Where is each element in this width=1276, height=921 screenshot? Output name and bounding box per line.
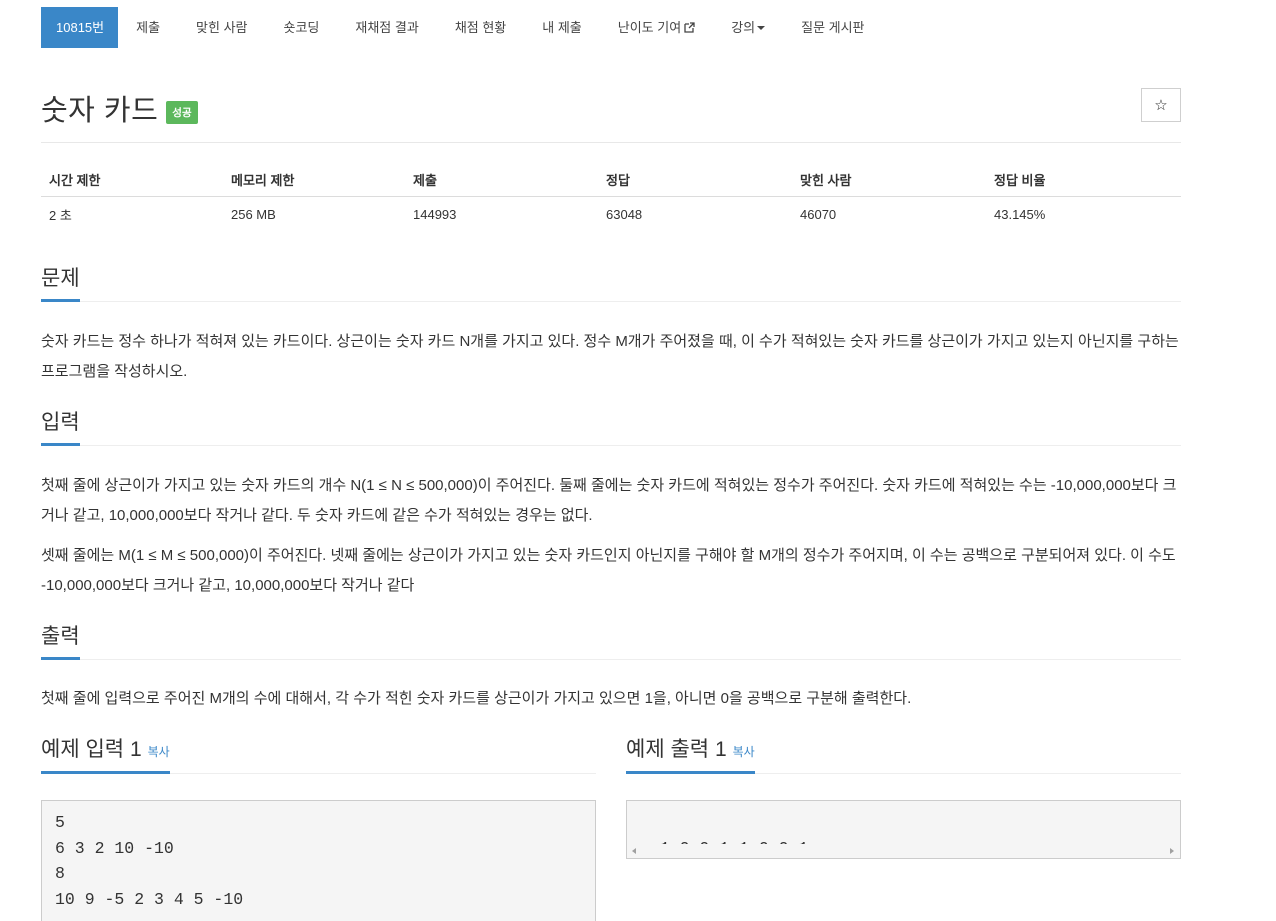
tab-qna-board[interactable]: 질문 게시판 (783, 7, 882, 48)
header-accepted: 정답 (606, 173, 630, 188)
external-link-icon (684, 8, 695, 49)
description-section-header: 문제 (41, 262, 1181, 302)
sample-output-heading: 예제 출력 1 (626, 738, 727, 761)
tab-short-coding[interactable]: 숏코딩 (266, 7, 338, 48)
tab-label: 내 제출 (542, 20, 582, 35)
value-time-limit: 2 초 (49, 207, 72, 223)
description-heading: 문제 (41, 265, 80, 302)
scroll-right-icon[interactable] (1170, 848, 1174, 854)
output-text: 첫째 줄에 입력으로 주어진 M개의 수에 대해서, 각 수가 적힌 숫자 카드… (41, 690, 912, 707)
problem-tabs: 10815번 제출 맞힌 사람 숏코딩 재채점 결과 채점 현황 내 제출 난이… (41, 7, 883, 48)
tab-problem[interactable]: 10815번 (41, 7, 119, 48)
tab-rejudge-results[interactable]: 재채점 결과 (337, 7, 436, 48)
value-accept-ratio: 43.145% (994, 206, 1046, 222)
tab-label: 숏코딩 (283, 20, 320, 35)
tab-difficulty-contribution[interactable]: 난이도 기여 (600, 7, 713, 48)
header-submissions: 제출 (413, 173, 437, 188)
input-text-1: 첫째 줄에 상근이가 가지고 있는 숫자 카드의 개수 N(1 ≤ N ≤ 50… (41, 477, 1177, 524)
output-heading: 출력 (41, 623, 80, 660)
sample-input-header: 예제 입력 1 복사 (41, 734, 596, 774)
table-header-row: 시간 제한 메모리 제한 제출 정답 맞힌 사람 정답 비율 (41, 163, 1181, 197)
problem-header: 숫자 카드 성공 (41, 87, 198, 129)
input-text-2: 셋째 줄에는 M(1 ≤ M ≤ 500,000)이 주어진다. 넷째 줄에는 … (41, 547, 1176, 594)
tab-label: 채점 현황 (454, 20, 507, 35)
scroll-left-icon[interactable] (632, 848, 636, 854)
problem-title: 숫자 카드 (41, 95, 159, 127)
input-heading: 입력 (41, 409, 80, 446)
value-memory-limit: 256 MB (231, 206, 276, 222)
tab-label: 재채점 결과 (355, 20, 419, 35)
star-button[interactable]: ☆ (1141, 88, 1181, 122)
tab-label: 질문 게시판 (801, 20, 865, 35)
tab-label: 강의 (731, 20, 756, 35)
copy-sample-output-button[interactable]: 복사 (733, 745, 755, 759)
sample-input-heading: 예제 입력 1 (41, 738, 142, 761)
table-row: 2 초 256 MB 144993 63048 46070 43.145% (41, 197, 1181, 231)
tab-solved-users[interactable]: 맞힌 사람 (178, 7, 265, 48)
divider (41, 142, 1181, 143)
input-section-header: 입력 (41, 406, 1181, 446)
sample-output-box[interactable]: 1 0 0 1 1 0 0 1 (626, 800, 1181, 859)
sample-output-heading-wrap: 예제 출력 1 복사 (626, 736, 755, 774)
header-solved-users: 맞힌 사람 (800, 173, 852, 188)
sample-input-heading-wrap: 예제 입력 1 복사 (41, 736, 170, 774)
star-icon: ☆ (1154, 97, 1168, 114)
tab-label: 제출 (136, 20, 161, 35)
tab-submit[interactable]: 제출 (118, 7, 178, 48)
description-text: 숫자 카드는 정수 하나가 적혀져 있는 카드이다. 상근이는 숫자 카드 N개… (41, 333, 1179, 380)
header-accept-ratio: 정답 비율 (994, 173, 1046, 188)
value-accepted: 63048 (606, 206, 643, 222)
value-solved-users: 46070 (800, 206, 837, 222)
copy-sample-input-button[interactable]: 복사 (148, 745, 170, 759)
header-memory-limit: 메모리 제한 (231, 173, 295, 188)
header-time-limit: 시간 제한 (49, 173, 101, 188)
tab-label: 맞힌 사람 (196, 20, 248, 35)
tab-judge-status[interactable]: 채점 현황 (437, 7, 524, 48)
problem-info-table: 시간 제한 메모리 제한 제출 정답 맞힌 사람 정답 비율 2 초 256 M… (41, 163, 1181, 231)
tab-label: 난이도 기여 (617, 20, 682, 35)
sample-output-header: 예제 출력 1 복사 (626, 734, 1181, 774)
status-badge: 성공 (166, 100, 198, 124)
output-section-header: 출력 (41, 620, 1181, 660)
sample-input-box[interactable]: 5 6 3 2 10 -10 8 10 9 -5 2 3 4 5 -10 (41, 800, 596, 921)
value-submissions: 144993 (413, 206, 457, 222)
tab-my-submissions[interactable]: 내 제출 (524, 7, 600, 48)
caret-down-icon (757, 26, 766, 30)
horizontal-scrollbar[interactable] (627, 844, 1180, 858)
tab-lectures[interactable]: 강의 (713, 7, 783, 48)
tab-label: 10815번 (56, 20, 105, 35)
